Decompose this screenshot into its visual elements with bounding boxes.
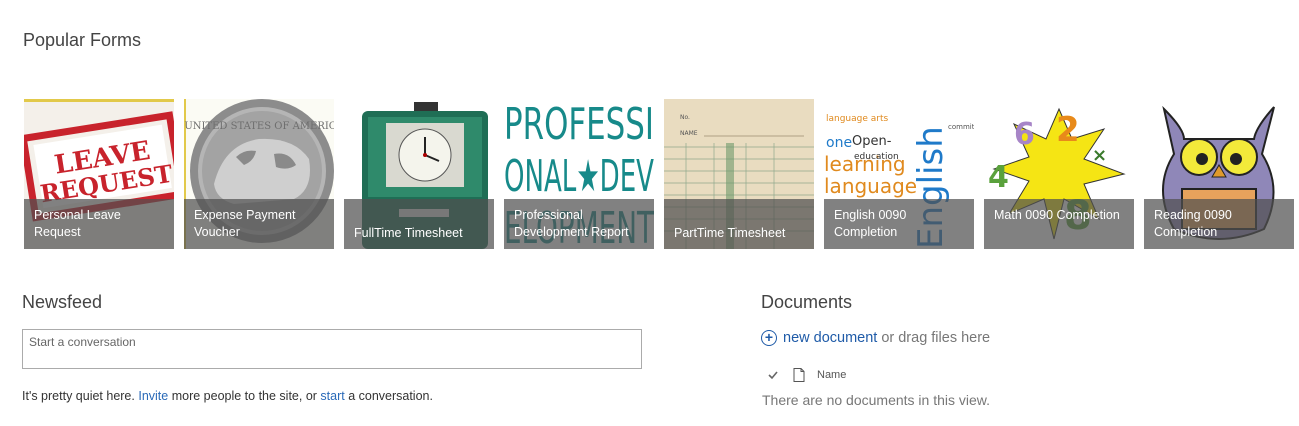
svg-text:4: 4 (988, 160, 1009, 195)
tile-caption: PartTime Timesheet (664, 199, 814, 249)
svg-text:commitment: commitment (948, 123, 974, 131)
tile-english-0090-completion[interactable]: language arts one Open- learning languag… (824, 99, 974, 249)
drag-files-text: or drag files here (881, 330, 991, 346)
tile-math-0090-completion[interactable]: 6 2 4 8 × Math 0090 Completion (984, 99, 1134, 249)
tile-caption: Reading 0090 Completion (1144, 199, 1294, 249)
svg-text:No.: No. (680, 114, 690, 121)
start-conversation-input[interactable]: Start a conversation (22, 329, 642, 369)
tile-personal-leave-request[interactable]: LEAVE REQUEST Personal Leave Request (24, 99, 174, 249)
svg-text:language: language (824, 174, 917, 198)
svg-text:×: × (1092, 145, 1107, 166)
tile-expense-payment-voucher[interactable]: UNITED STATES OF AMERICA Expense Payment… (184, 99, 334, 249)
newsfeed-empty-message: It's pretty quiet here. Invite more peop… (22, 389, 433, 403)
file-type-icon (793, 368, 805, 382)
tile-caption: Professional Development Report (504, 199, 654, 249)
quiet-text-2: more people to the site, or (168, 389, 321, 403)
tile-reading-0090-completion[interactable]: Reading 0090 Completion (1144, 99, 1294, 249)
tile-caption: Expense Payment Voucher (184, 199, 334, 249)
tile-caption: English 0090 Completion (824, 199, 974, 249)
start-link[interactable]: start (320, 389, 344, 403)
quiet-text-1: It's pretty quiet here. (22, 389, 139, 403)
name-column-header[interactable]: Name (817, 369, 846, 381)
tile-caption: FullTime Timesheet (344, 199, 494, 249)
svg-text:UNITED STATES OF AMERICA: UNITED STATES OF AMERICA (184, 121, 334, 132)
new-document-row: + new document or drag files here (761, 330, 990, 346)
svg-text:2: 2 (1056, 110, 1080, 150)
tile-fulltime-timesheet[interactable]: FullTime Timesheet (344, 99, 494, 249)
documents-column-header: Name (767, 366, 846, 384)
popular-forms-title: Popular Forms (23, 30, 142, 50)
tile-caption: Math 0090 Completion (984, 199, 1134, 249)
svg-text:education: education (854, 152, 899, 162)
add-circle-icon[interactable]: + (761, 330, 777, 346)
tile-professional-development-report[interactable]: PROFESSI ONAL★DEV ELOPMENT Professional … (504, 99, 654, 249)
svg-text:one: one (826, 135, 852, 151)
svg-text:NAME: NAME (680, 130, 698, 137)
newsfeed-title: Newsfeed (22, 292, 103, 312)
select-all-check-icon[interactable] (767, 369, 779, 381)
invite-link[interactable]: Invite (138, 389, 168, 403)
quiet-text-3: a conversation. (344, 389, 433, 403)
documents-title: Documents (761, 292, 853, 312)
tile-parttime-timesheet[interactable]: No. NAME PartTime Timesheet (664, 99, 814, 249)
svg-text:ONAL★DEV: ONAL★DEV (504, 151, 654, 202)
svg-text:PROFESSI: PROFESSI (504, 99, 654, 150)
svg-text:language arts: language arts (826, 114, 889, 124)
svg-text:6: 6 (1014, 117, 1035, 152)
new-document-link[interactable]: new document (783, 330, 877, 346)
documents-empty-message: There are no documents in this view. (762, 392, 991, 408)
svg-text:Open-: Open- (852, 134, 892, 149)
tile-caption: Personal Leave Request (24, 199, 174, 249)
